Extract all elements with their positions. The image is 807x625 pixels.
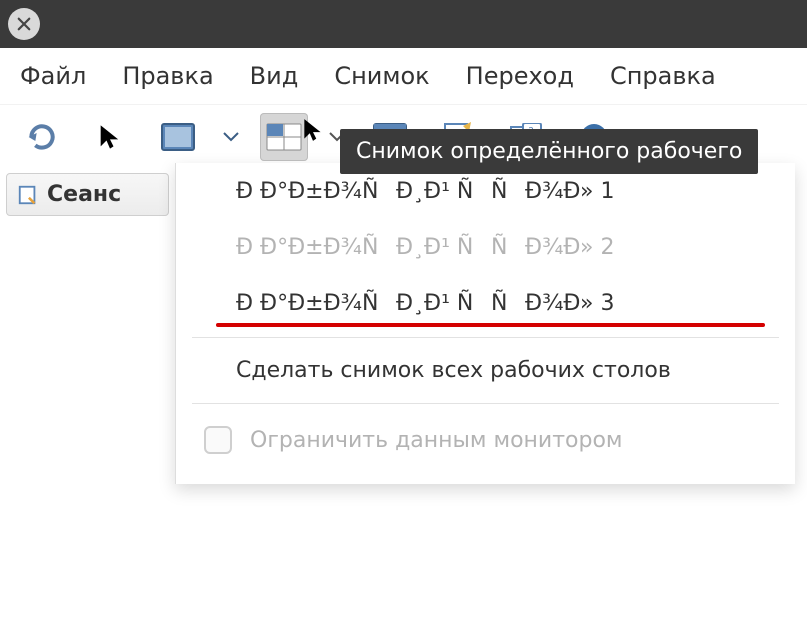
tooltip: Снимок определённого рабочего	[340, 129, 758, 174]
workspace-button[interactable]	[260, 113, 308, 161]
refresh-button[interactable]	[18, 113, 66, 161]
sidebar-tab-label: Сеанс	[47, 182, 121, 207]
dropdown-item-all-desktops[interactable]: Сделать снимок всех рабочих столов	[176, 344, 795, 397]
dropdown-item-limit-monitor[interactable]: Ограничить данным монитором	[176, 410, 795, 470]
close-button[interactable]	[8, 8, 40, 40]
desktop-dropdown-toggle[interactable]	[222, 113, 240, 161]
toolbar: ? Снимок определённого рабочего	[0, 105, 807, 169]
checkbox[interactable]	[204, 426, 232, 454]
cursor-icon	[96, 123, 124, 151]
dropdown-separator	[192, 337, 779, 338]
dropdown-item-desktop-3[interactable]: Ð Ð°Ð±Ð¾ÑÐ¸Ð¹ ÑÑÐ¾Ð» 3	[176, 275, 795, 331]
window-titlebar	[0, 0, 807, 48]
menu-edit[interactable]: Правка	[122, 62, 213, 90]
menu-help[interactable]: Справка	[610, 62, 716, 90]
dropdown-separator	[192, 403, 779, 404]
desktop-button[interactable]	[154, 113, 202, 161]
sidebar: Сеанс	[0, 169, 175, 220]
pointer-button[interactable]	[86, 113, 134, 161]
sidebar-tab-session[interactable]: Сеанс	[6, 173, 169, 216]
desktop-icon	[161, 123, 195, 151]
dropdown-item-desktop-2: Ð Ð°Ð±Ð¾ÑÐ¸Ð¹ ÑÑÐ¾Ð» 2	[176, 219, 795, 275]
menubar: Файл Правка Вид Снимок Переход Справка	[0, 48, 807, 105]
workspace-dropdown-menu: Ð Ð°Ð±Ð¾ÑÐ¸Ð¹ ÑÑÐ¾Ð» 1 Ð Ð°Ð±Ð¾ÑÐ¸Ð¹…	[175, 163, 795, 484]
menu-file[interactable]: Файл	[20, 62, 86, 90]
session-icon	[17, 184, 39, 206]
workspace-icon	[266, 123, 302, 151]
close-icon	[15, 15, 33, 33]
refresh-icon	[26, 121, 58, 153]
menu-go[interactable]: Переход	[466, 62, 574, 90]
chevron-down-icon	[223, 132, 239, 142]
menu-screenshot[interactable]: Снимок	[334, 62, 429, 90]
dropdown-item-label: Ограничить данным монитором	[250, 428, 623, 453]
menu-view[interactable]: Вид	[250, 62, 299, 90]
